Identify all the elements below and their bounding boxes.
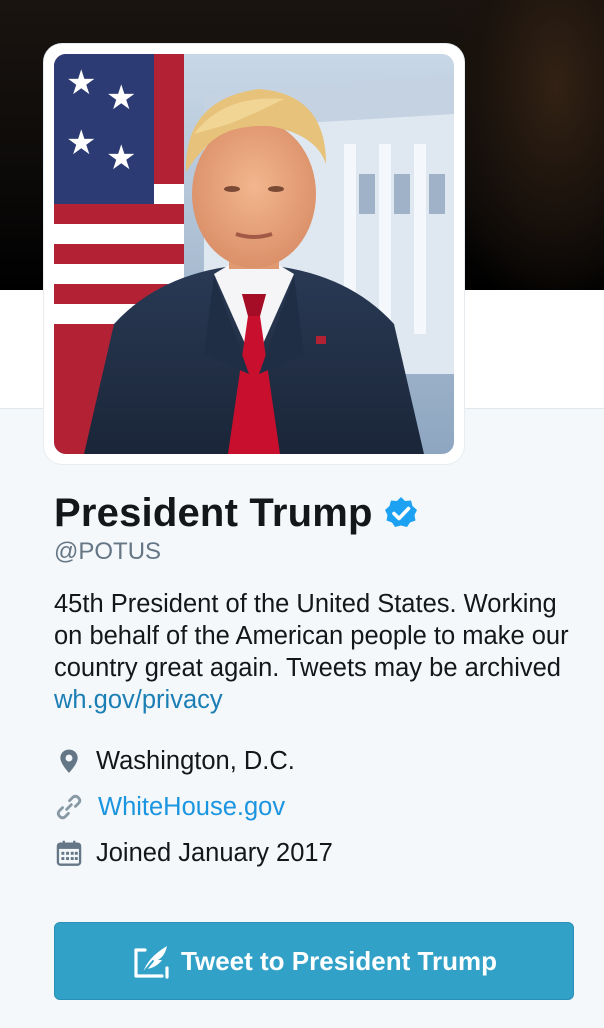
- profile-avatar[interactable]: ★ ★ ★ ★: [44, 44, 464, 464]
- profile-bio: 45th President of the United States. Wor…: [54, 588, 574, 716]
- compose-quill-icon: [134, 946, 169, 979]
- tweet-to-button[interactable]: Tweet to President Trump: [54, 922, 574, 1000]
- location-row: Washington, D.C.: [54, 738, 574, 784]
- website-row: WhiteHouse.gov: [54, 784, 574, 830]
- map-pin-icon: [54, 746, 84, 776]
- joined-row: Joined January 2017: [54, 830, 574, 876]
- svg-text:★: ★: [66, 123, 96, 163]
- avatar-image: ★ ★ ★ ★: [54, 54, 454, 454]
- svg-text:★: ★: [66, 63, 96, 103]
- svg-text:★: ★: [106, 78, 136, 118]
- verified-badge-icon: [384, 497, 417, 527]
- website-link[interactable]: WhiteHouse.gov: [98, 793, 285, 822]
- location-text: Washington, D.C.: [96, 746, 295, 775]
- profile-name-row: President Trump: [54, 490, 574, 536]
- link-icon: [54, 792, 84, 822]
- calendar-icon: [54, 838, 84, 868]
- profile-name[interactable]: President Trump: [54, 490, 373, 536]
- bio-text: 45th President of the United States. Wor…: [54, 590, 569, 682]
- tweet-to-label: Tweet to President Trump: [181, 945, 497, 976]
- joined-text: Joined January 2017: [96, 838, 333, 867]
- svg-text:★: ★: [106, 138, 136, 178]
- screen-name[interactable]: @POTUS: [54, 536, 574, 568]
- profile-card: President Trump @POTUS 45th President of…: [54, 490, 574, 876]
- bio-privacy-link[interactable]: wh.gov/privacy: [54, 686, 223, 714]
